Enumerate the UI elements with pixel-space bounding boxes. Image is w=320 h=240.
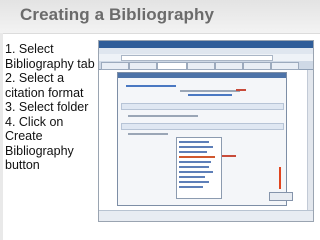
folder-select-list	[176, 137, 222, 199]
dialog-text-line-3	[128, 115, 198, 117]
format-arrow-mark	[236, 89, 246, 91]
slide: Creating a Bibliography 1. Select Biblio…	[0, 0, 320, 240]
folder-item	[179, 141, 209, 143]
tab-bar	[99, 61, 313, 70]
dialog-section-2	[121, 123, 284, 130]
dialog-link-line-2	[188, 94, 232, 96]
folder-item	[179, 176, 205, 178]
folder-item	[179, 171, 213, 173]
folder-item	[179, 181, 209, 183]
embedded-screenshot	[98, 40, 314, 222]
arrow-down-icon	[279, 167, 281, 189]
dialog-header	[118, 73, 286, 78]
title-bar: Creating a Bibliography	[0, 0, 320, 34]
status-bar	[99, 210, 313, 221]
content-area	[99, 70, 313, 210]
step-2: 2. Select a citation format	[5, 71, 84, 100]
window-title-bar	[99, 41, 313, 48]
dialog-label-line	[128, 133, 168, 135]
folder-item	[179, 166, 209, 168]
step-4: 4. Click on Create Bibliography button	[5, 114, 74, 173]
create-bibliography-button-mock	[269, 192, 293, 201]
folder-item	[179, 151, 207, 153]
folder-item-selected	[179, 156, 215, 158]
folder-item	[179, 186, 203, 188]
slide-left-border	[0, 33, 3, 240]
bibliography-dialog	[117, 72, 287, 206]
tab-bibliography	[157, 62, 187, 70]
dialog-text-line	[180, 90, 240, 92]
steps-list: 1. Select Bibliography tab 2. Select a c…	[5, 42, 103, 173]
vertical-scrollbar	[307, 70, 313, 210]
tab-2	[129, 62, 157, 70]
folder-item	[179, 161, 211, 163]
step-3: 3. Select folder	[5, 100, 89, 114]
tab-1	[101, 62, 129, 70]
folder-arrow-mark	[222, 155, 236, 157]
tab-5	[215, 62, 243, 70]
tab-7	[271, 62, 299, 70]
folder-item	[179, 146, 213, 148]
slide-title: Creating a Bibliography	[20, 5, 215, 24]
dialog-section-1	[121, 103, 284, 110]
tab-6	[243, 62, 271, 70]
dialog-link-line	[126, 85, 176, 87]
step-1: 1. Select Bibliography tab	[5, 42, 95, 71]
tab-4	[187, 62, 215, 70]
